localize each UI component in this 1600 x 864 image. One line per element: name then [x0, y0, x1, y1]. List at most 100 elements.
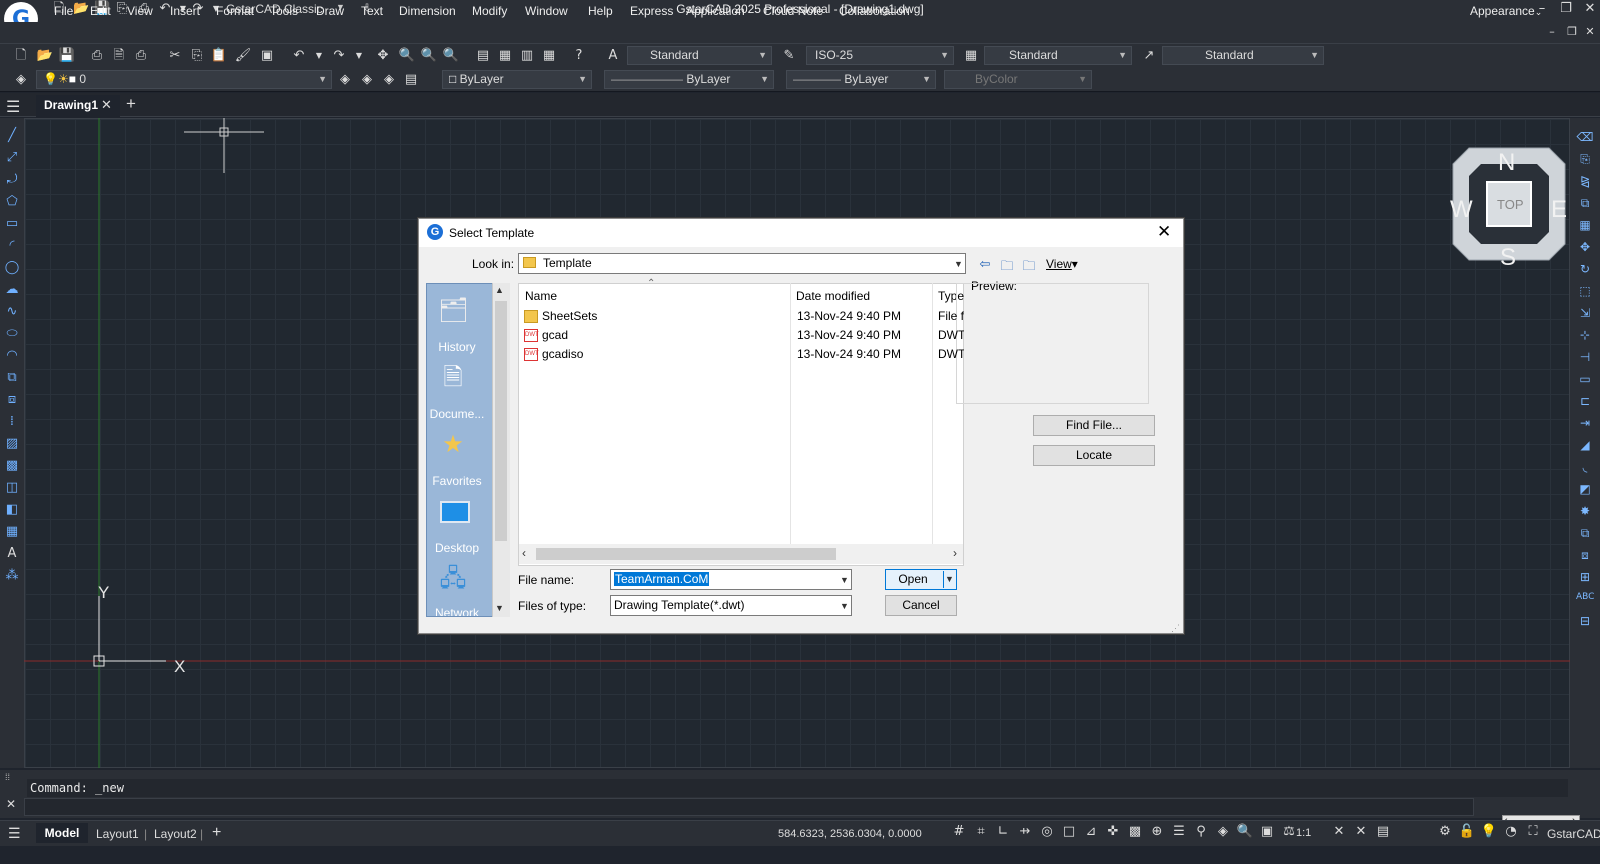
quick-select-icon[interactable]: ⊟	[1576, 614, 1594, 632]
command-grip-icon[interactable]: ⁞⁞	[5, 772, 10, 782]
file-row[interactable]: SheetSets 13-Nov-24 9:40 PM File fo	[520, 307, 964, 326]
hscroll-left-icon[interactable]: ‹	[522, 546, 526, 560]
offset-icon[interactable]: ⧉	[1576, 196, 1594, 214]
coordinates-readout[interactable]: 584.6323, 2536.0304, 0.0000	[778, 828, 922, 840]
menu-modify[interactable]: Modify	[472, 4, 507, 18]
layout-menu-icon[interactable]: ☰	[8, 825, 21, 842]
viewcube-top-label[interactable]: TOP	[1497, 197, 1524, 212]
gradient-icon[interactable]: ▩	[3, 458, 21, 476]
brand-label[interactable]: GstarCAD	[1547, 827, 1600, 841]
network-icon[interactable]: 🖧	[438, 563, 468, 593]
menu-draw[interactable]: Draw	[316, 4, 344, 18]
chamfer-icon[interactable]: ◢	[1576, 438, 1594, 456]
undo-dropdown-icon[interactable]: ▼	[310, 47, 328, 65]
line-tool-icon[interactable]: ╱	[3, 128, 21, 146]
blend-icon[interactable]: ◩	[1576, 482, 1594, 500]
settings-gear-icon[interactable]: ⚙	[1436, 824, 1454, 842]
wipeout-icon[interactable]: ◧	[3, 502, 21, 520]
selection-cycling-icon[interactable]: ⊕	[1148, 824, 1166, 842]
transparency-icon[interactable]: ▩	[1126, 824, 1144, 842]
new-tab-icon[interactable]: +	[126, 94, 136, 114]
osnap-tracking-icon[interactable]: ◎	[1038, 824, 1056, 842]
menu-format[interactable]: Format	[216, 4, 254, 18]
publish-icon[interactable]: ⎙	[132, 47, 150, 65]
insert-block-icon[interactable]: ⧉	[3, 370, 21, 388]
cut-icon[interactable]: ✂	[166, 47, 184, 65]
layer-state-icon[interactable]: ◈	[380, 71, 398, 89]
zoom-previous-icon[interactable]: 🔍	[442, 47, 460, 65]
table-style-select[interactable]: Standard ▼	[984, 46, 1132, 65]
place-documents[interactable]: Docume...	[427, 407, 487, 421]
join-icon[interactable]: ⇥	[1576, 416, 1594, 434]
help-icon[interactable]: ?	[570, 47, 588, 65]
places-scroll-thumb[interactable]	[495, 301, 507, 541]
layer-properties-icon[interactable]: ◈	[12, 71, 30, 89]
doc-close-icon[interactable]: ✕	[1580, 25, 1600, 43]
polyline-icon[interactable]: ⤾	[3, 172, 21, 190]
block-editor-icon[interactable]: ▣	[258, 47, 276, 65]
file-name-input[interactable]: TeamArman.CoM	[610, 569, 852, 590]
menu-text[interactable]: Text	[361, 4, 383, 18]
appearance-menu[interactable]: Appearance⌄	[1470, 4, 1542, 18]
grid-icon[interactable]: #	[950, 824, 968, 842]
menu-help[interactable]: Help	[588, 4, 613, 18]
add-layout-icon[interactable]: +	[212, 824, 221, 842]
explode-icon[interactable]: ✸	[1576, 504, 1594, 522]
place-favorites[interactable]: Favorites	[427, 474, 487, 488]
layer-select[interactable]: 💡☀■ 0 ▼	[36, 70, 332, 89]
layers-status-icon[interactable]: ◈	[1214, 824, 1232, 842]
erase-icon[interactable]: ⌫	[1576, 130, 1594, 148]
favorites-icon[interactable]: ★	[438, 429, 468, 459]
menu-tools[interactable]: Tools	[270, 4, 298, 18]
zoom-status-icon[interactable]: 🔍	[1236, 824, 1254, 842]
resize-grip-icon[interactable]: ⋰	[1171, 623, 1180, 634]
make-current-layer-icon[interactable]: ◈	[336, 71, 354, 89]
design-center-icon[interactable]: ▦	[496, 47, 514, 65]
table-style-icon[interactable]: ▦	[962, 47, 980, 65]
table-icon[interactable]: ▦	[3, 524, 21, 542]
new-icon[interactable]: 🗋	[12, 47, 30, 65]
hamburger-menu-icon[interactable]: ☰	[6, 97, 20, 117]
arc-icon[interactable]: ◜	[3, 238, 21, 256]
hardware-accel-icon[interactable]: ◔	[1502, 824, 1520, 842]
dynamic-ucs-icon[interactable]: ⊿	[1082, 824, 1100, 842]
layer-match-icon[interactable]: ▤	[402, 71, 420, 89]
file-name-dropdown-icon[interactable]: ▼	[840, 575, 849, 585]
command-close-icon[interactable]: ✕	[6, 797, 16, 811]
isolate-objects-icon[interactable]: 💡	[1480, 824, 1498, 842]
spell-check-icon[interactable]: ABC	[1576, 592, 1594, 610]
color-select[interactable]: □ ByLayer ▼	[442, 70, 592, 89]
scale-icon[interactable]: ⬚	[1576, 284, 1594, 302]
cancel-button[interactable]: Cancel	[885, 595, 957, 616]
rotate-icon[interactable]: ↻	[1576, 262, 1594, 280]
menu-application[interactable]: Application	[686, 4, 745, 18]
viewport-icon[interactable]: ▣	[1258, 824, 1276, 842]
compass-e-label[interactable]: E	[1551, 196, 1567, 224]
place-desktop[interactable]: Desktop	[427, 541, 487, 555]
locate-button[interactable]: Locate	[1033, 445, 1155, 466]
save-icon[interactable]: 💾	[58, 47, 76, 65]
properties-icon[interactable]: ▤	[474, 47, 492, 65]
plot-preview-icon[interactable]: 🗎	[110, 47, 128, 65]
dim-style-select[interactable]: ISO-25 ▼	[806, 46, 954, 65]
copy-object-icon[interactable]: ⎘	[1576, 152, 1594, 170]
tool-palettes-icon[interactable]: ▥	[518, 47, 536, 65]
text-style-select[interactable]: Standard ▼	[627, 46, 772, 65]
break-icon[interactable]: ⊏	[1576, 394, 1594, 412]
group-icon[interactable]: ⊞	[1576, 570, 1594, 588]
menu-file[interactable]: File	[54, 4, 73, 18]
snap-icon[interactable]: ⌗	[972, 824, 990, 842]
documents-icon[interactable]: 🗎	[438, 362, 468, 392]
column-date[interactable]: Date modified	[796, 289, 870, 303]
layout1-tab[interactable]: Layout1	[96, 827, 139, 841]
calculator-icon[interactable]: ▦	[540, 47, 558, 65]
extend-icon[interactable]: ⊣	[1576, 350, 1594, 368]
point-icon[interactable]: ⁞	[3, 414, 21, 432]
zoom-realtime-icon[interactable]: 🔍	[398, 47, 416, 65]
clean-screen-icon[interactable]: ⛶	[1524, 824, 1542, 842]
multileader-style-select[interactable]: Standard ▼	[1162, 46, 1324, 65]
new-folder-icon[interactable]: 🗀	[1020, 257, 1038, 274]
hscroll-right-icon[interactable]: ›	[953, 546, 957, 560]
mirror-icon[interactable]: ⧎	[1576, 174, 1594, 192]
column-name[interactable]: Name	[525, 289, 557, 303]
